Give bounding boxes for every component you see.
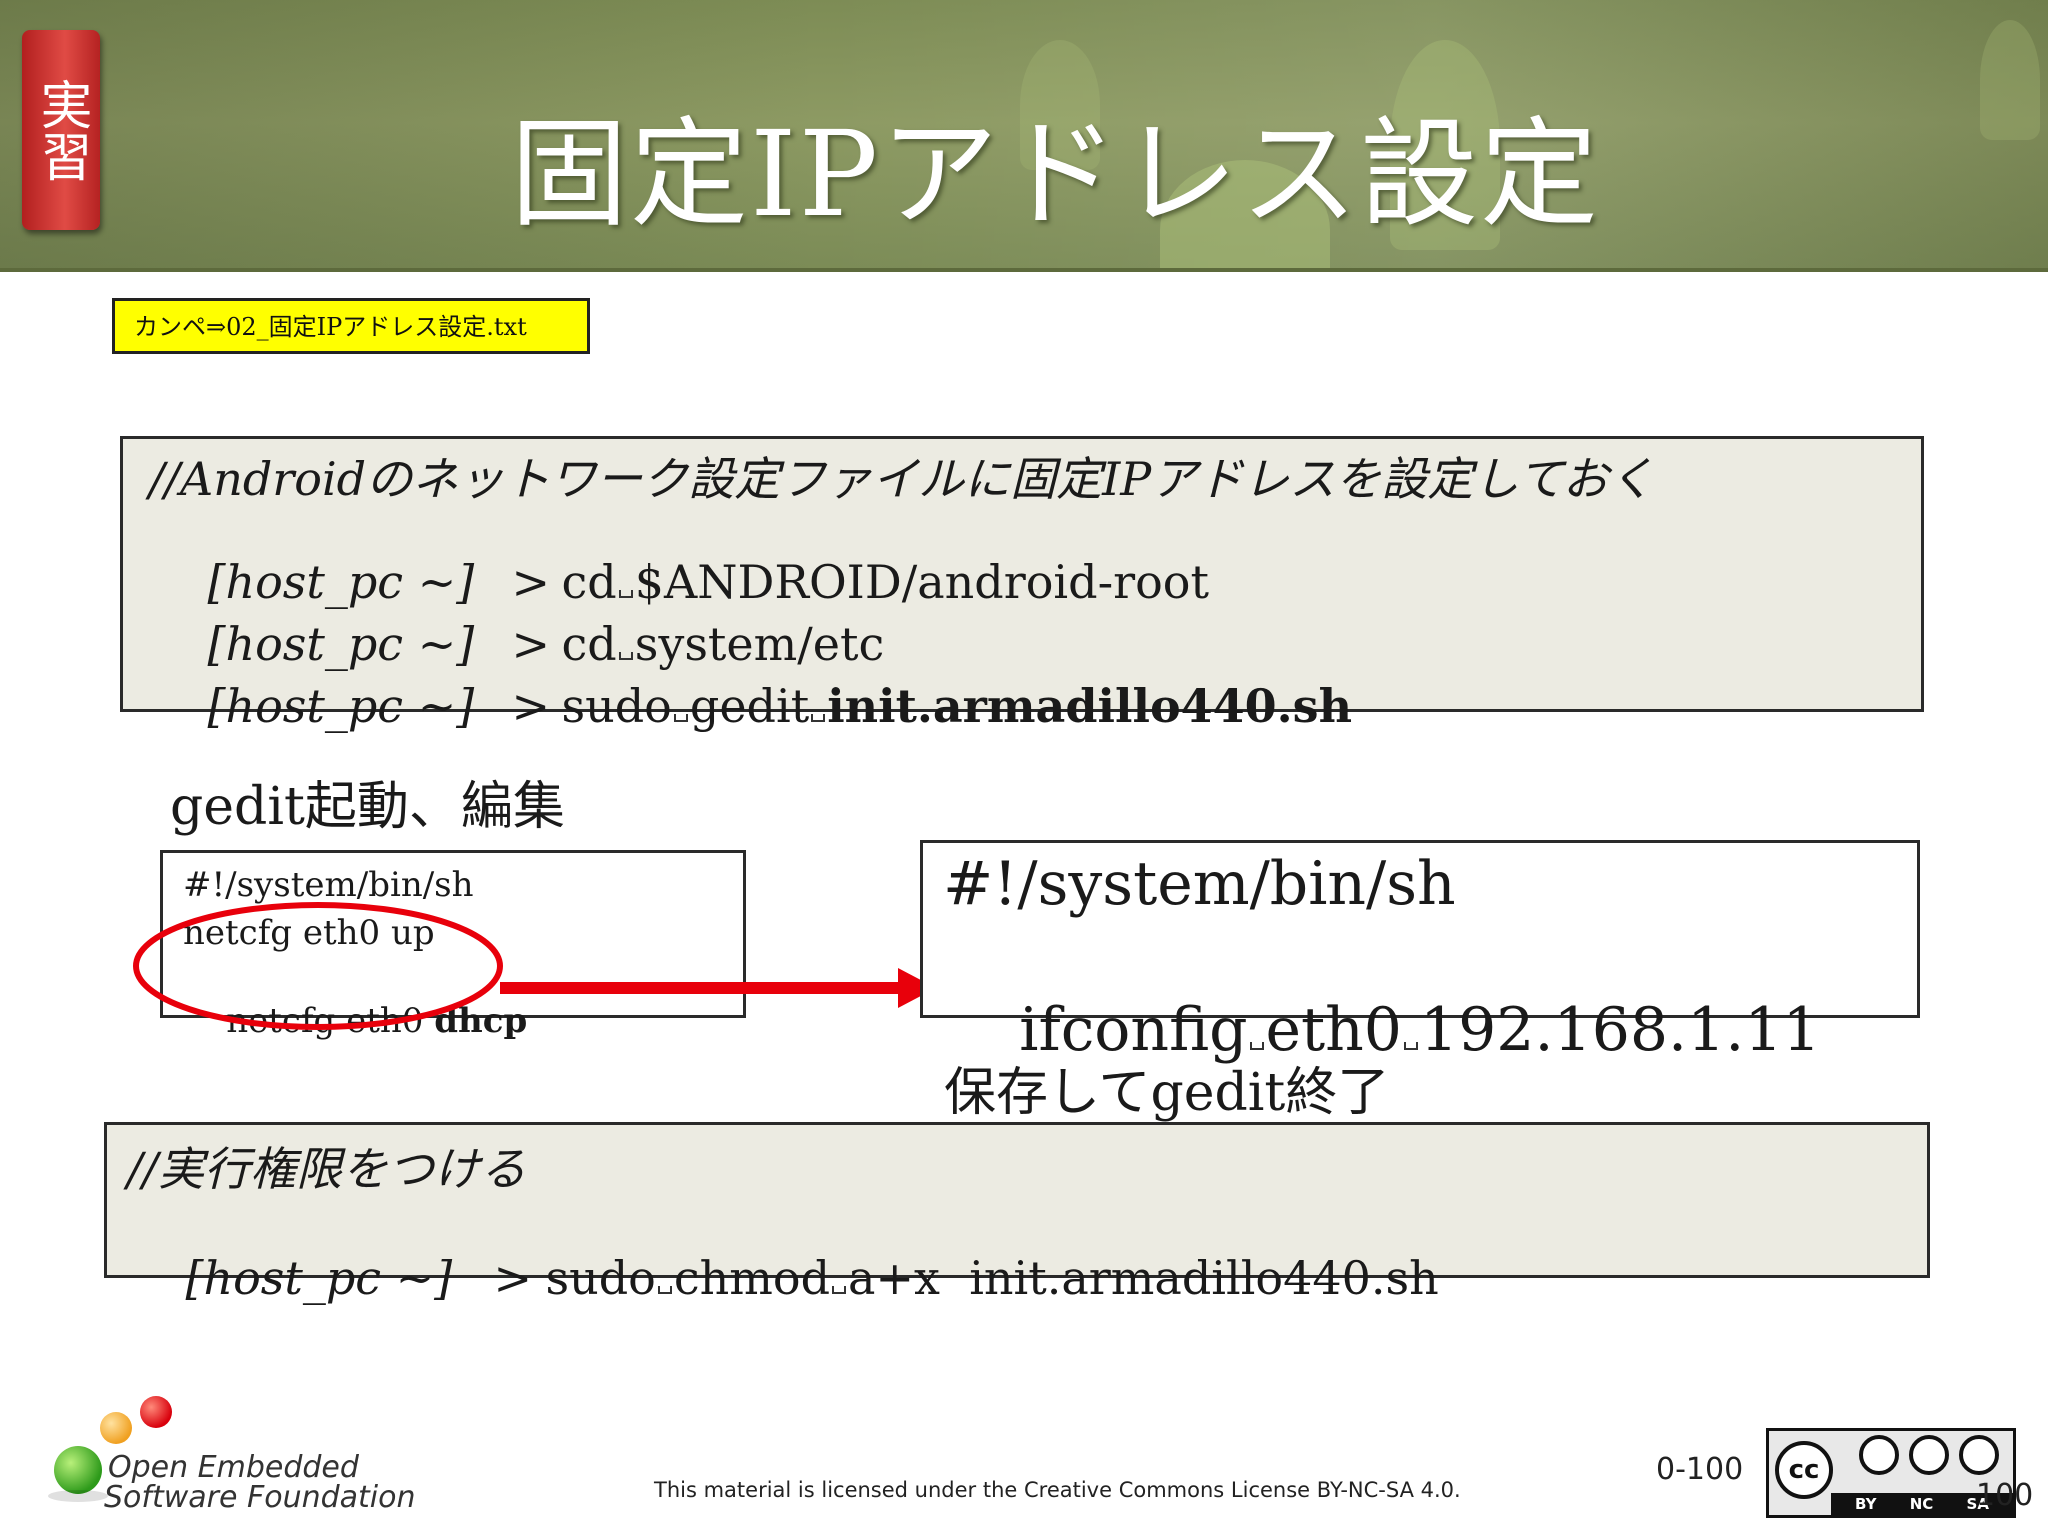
license-notice: This material is licensed under the Crea… (654, 1478, 1461, 1502)
shell-prompt: [host_pc ~] (207, 679, 475, 733)
space-marker (811, 714, 826, 722)
command-text: sudo chmod a+x init.armadillo440.sh (487, 1197, 1439, 1359)
edited-file-contents: #!/system/bin/sh ifconfig eth0 192.168.1.1… (920, 840, 1920, 1065)
attribution-icon (1859, 1435, 1899, 1475)
space-marker (1249, 1042, 1264, 1050)
space-marker (1403, 1042, 1418, 1050)
practice-badge: 実習 (22, 30, 100, 230)
space-marker (673, 714, 688, 722)
header-divider (0, 268, 2048, 272)
gedit-step-label: gedit起動、編集 (170, 777, 565, 837)
command-line: [host_pc ~] (149, 625, 475, 787)
file-token: netcfg eth0 (226, 1001, 424, 1041)
file-token: dhcp (434, 1001, 528, 1041)
space-marker (832, 1286, 847, 1294)
command-block-chmod: //実行権限をつける [host_pc ~] > sudo chmod a+x in… (104, 1122, 1930, 1305)
shell-prompt: [host_pc ~] (185, 1251, 453, 1305)
command-block-setup: //Androidのネットワーク設定ファイルに固定IPアドレスを設定しておく [… (120, 436, 1924, 733)
original-file-contents: #!/system/bin/sh netcfg eth0 up netcfg e… (160, 850, 746, 1041)
command-token: a+x (848, 1251, 940, 1305)
command-comment: //Androidのネットワーク設定ファイルに固定IPアドレスを設定しておく (149, 452, 1655, 506)
file-token: 192.168.1.11 (1419, 995, 1821, 1065)
slide-number: 0-100 (1656, 1452, 1744, 1487)
command-token: gedit (689, 679, 810, 733)
save-step-label: 保存してgedit終了 (944, 1063, 1390, 1123)
android-robot-decoration (1980, 20, 2040, 140)
command-token: init.armadillo440.sh (827, 679, 1353, 733)
file-line: #!/system/bin/sh (183, 865, 474, 905)
command-line: [host_pc ~] (127, 1197, 453, 1359)
cc-icon: cc (1775, 1441, 1833, 1499)
org-name-line2: Software Foundation (104, 1480, 416, 1515)
slide-title: 固定IPアドレス設定 (510, 105, 1601, 243)
page-number: 100 (1976, 1478, 2034, 1513)
command-token: init.armadillo440.sh (969, 1251, 1439, 1305)
file-line: netcfg eth0 dhcp (183, 961, 527, 1081)
file-line: netcfg eth0 up (183, 913, 435, 953)
command-token: sudo (545, 1251, 656, 1305)
noncommercial-icon (1909, 1435, 1949, 1475)
command-text: sudo gedit init.armadillo440.sh (503, 625, 1353, 787)
sharealike-icon (1959, 1435, 1999, 1475)
file-line: #!/system/bin/sh (943, 849, 1456, 919)
command-token: chmod (673, 1251, 831, 1305)
file-reference-label: カンペ⇒02_固定IPアドレス設定.txt (134, 313, 527, 341)
space-marker (657, 1286, 672, 1294)
command-comment: //実行権限をつける (127, 1142, 526, 1196)
command-token: sudo (561, 679, 672, 733)
